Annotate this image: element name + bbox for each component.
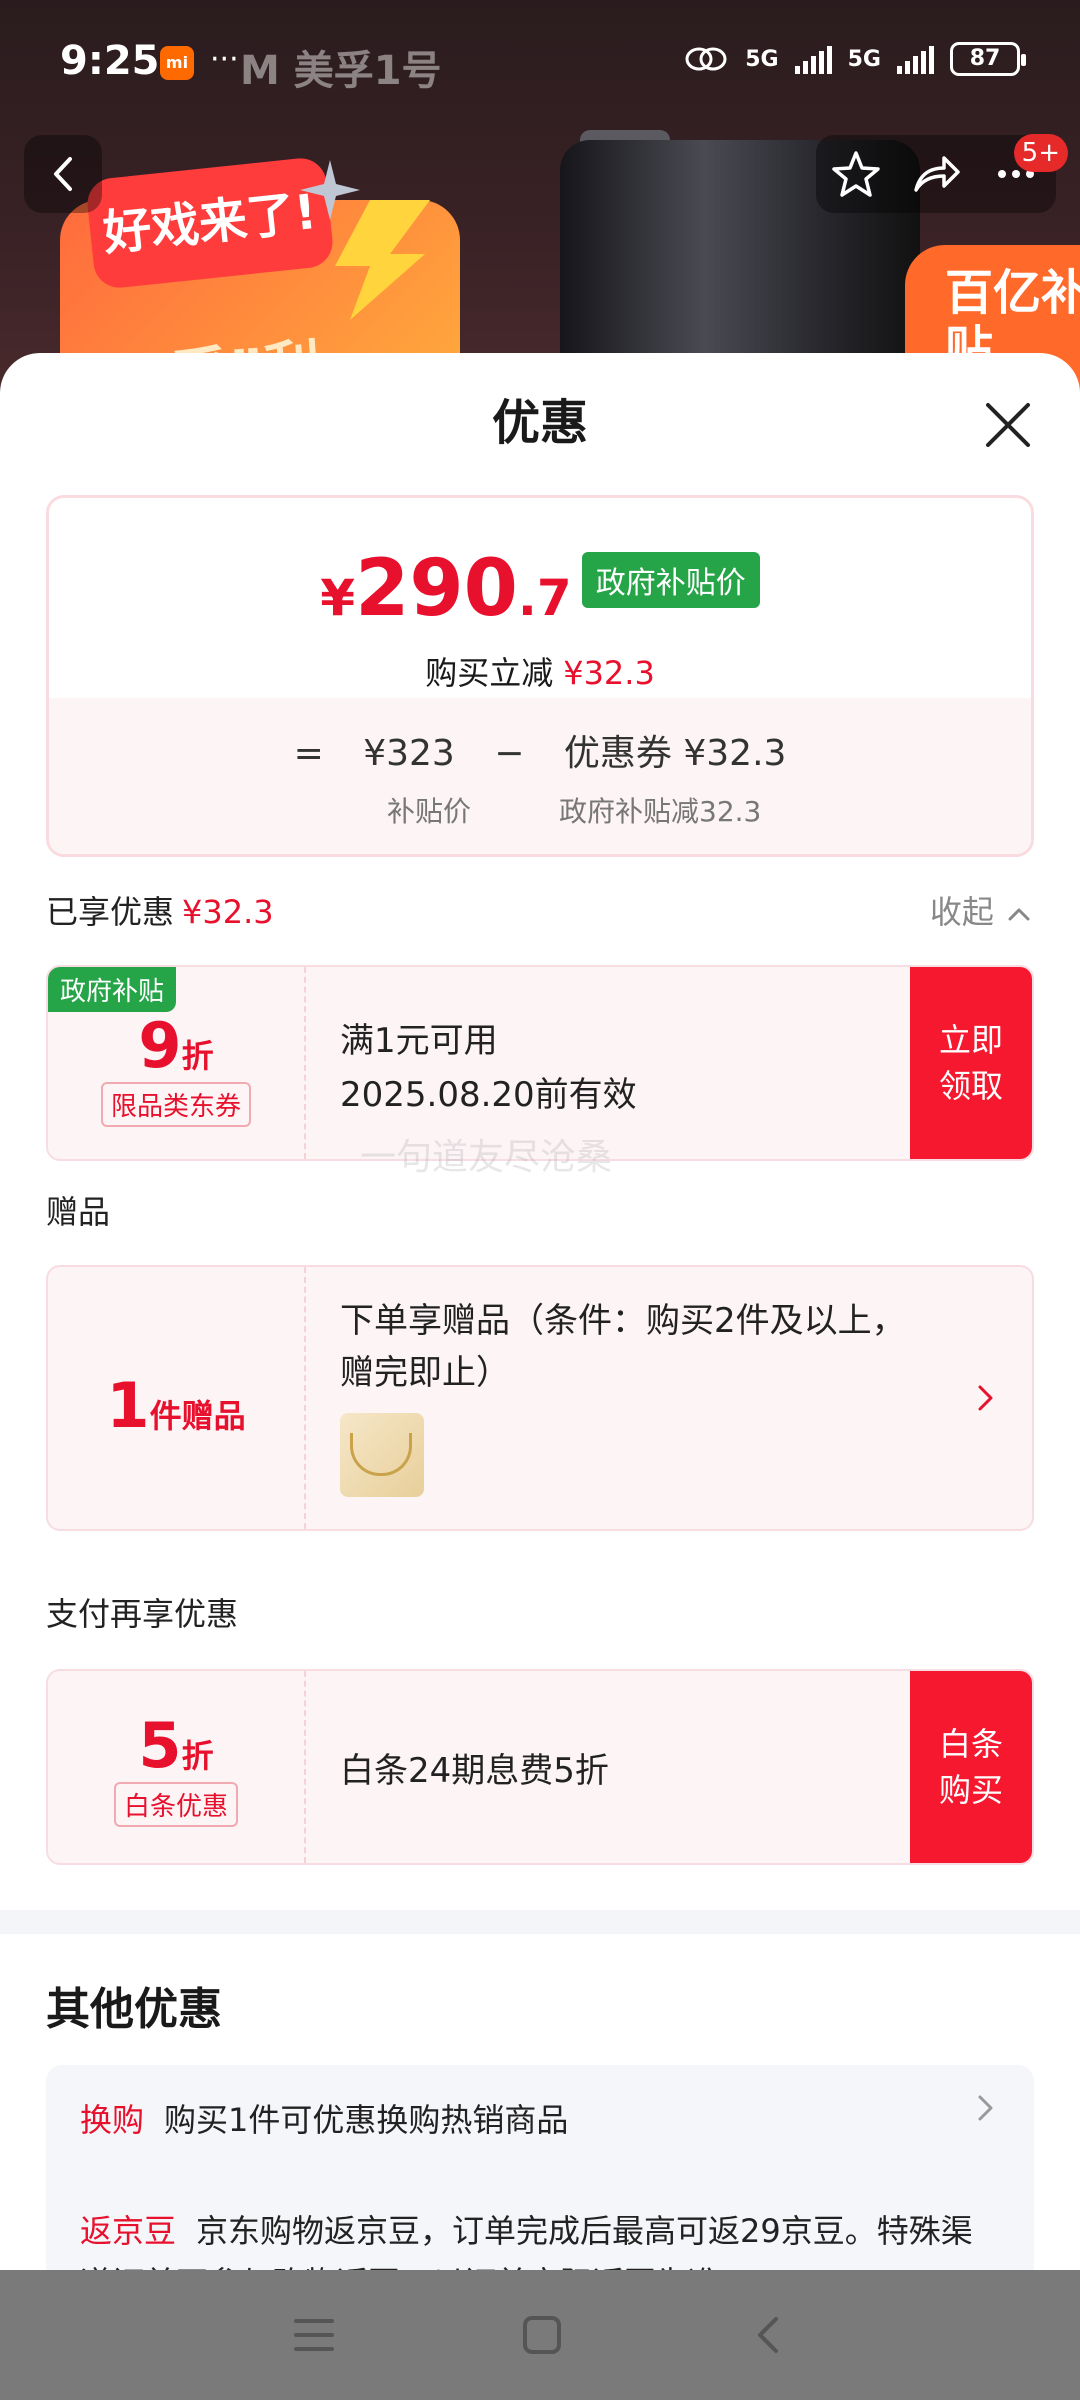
chevron-right-icon <box>978 2095 993 2121</box>
coupon-validity: 2025.08.20前有效 <box>340 1075 637 1115</box>
sheet-title: 优惠 <box>491 395 588 451</box>
jingdou-offer: 返京豆京东购物返京豆，订单完成后最高可返29京豆。特殊渠道订单不参与购物返豆，以… <box>80 2205 1000 2270</box>
baitiao-discount-value: 5 <box>138 1709 182 1782</box>
gift-count-unit: 件赠品 <box>149 1397 246 1435</box>
trade-in-key: 换购 <box>80 2101 145 2139</box>
jingdou-key: 返京豆 <box>80 2212 177 2250</box>
other-offers-title: 其他优惠 <box>46 1984 222 2035</box>
gov-subsidy-flag: 政府补贴 <box>48 967 177 1012</box>
baitiao-coupon: 5折 白条优惠 白条24期息费5折 白条购买 <box>46 1669 1034 1865</box>
network-type-2: 5G <box>847 46 881 72</box>
other-offers-box: 换购 购买1件可优惠换购热销商品 返京豆 京东购物返京豆，订单完成后最高可返29京豆… <box>46 2065 1034 2270</box>
baitiao-buy-button[interactable]: 白条购买 <box>910 1671 1032 1863</box>
minus-sign: − <box>494 733 525 774</box>
status-bar: M 美孚1号 9:25 mi ··· 5G 5G 87 <box>0 0 1080 130</box>
price-summary-card: ¥290.7 政府补贴价 购买立减 ¥32.3 = ¥323 − 优惠券 ¥32.3… <box>46 495 1034 857</box>
price-currency: ¥ <box>320 569 356 627</box>
jingdou-text: 京东购物返京豆，订单完成后最高可返29京豆。特殊渠道订单不参与购物返豆，以订单实… <box>80 2212 973 2270</box>
gift-card[interactable]: 1件赠品 下单享赠品（条件：购买2件及以上，赠完即止） <box>46 1265 1034 1531</box>
more-notifications-icon: ··· <box>210 42 239 77</box>
claim-coupon-label: 立即领取 <box>938 1021 1003 1105</box>
coupon-condition: 满1元可用 <box>340 1021 498 1061</box>
chevron-right-icon <box>978 1385 993 1411</box>
final-price: ¥290.7 政府补贴价 <box>49 544 1031 634</box>
trade-in-offer[interactable]: 换购 购买1件可优惠换购热销商品 <box>80 2095 568 2141</box>
home-icon[interactable] <box>520 2313 564 2357</box>
back-nav-icon[interactable] <box>748 2313 788 2357</box>
battery-icon: 87 <box>950 42 1026 76</box>
chevron-left-icon <box>54 157 72 191</box>
gift-count: 1件赠品 <box>48 1369 304 1442</box>
signal-icon-1 <box>794 44 832 74</box>
gov-subsidy-tag: 政府补贴价 <box>581 552 760 608</box>
chevron-up-icon <box>1008 908 1030 921</box>
price-integer: 290 <box>355 544 518 634</box>
enjoyed-amount: ¥32.3 <box>182 893 274 931</box>
coupon-discount-unit: 折 <box>181 1037 214 1075</box>
coupon-discount: 9折 <box>48 1009 304 1082</box>
menu-icon[interactable] <box>292 2315 336 2355</box>
signal-icon-2 <box>897 44 934 74</box>
back-button[interactable] <box>24 135 102 213</box>
instant-discount-label: 购买立减 <box>425 654 554 692</box>
gift-description: 下单享赠品（条件：购买2件及以上，赠完即止） <box>340 1301 906 1393</box>
coupon-category-chip: 限品类东券 <box>100 1082 251 1127</box>
section-divider <box>0 1910 1080 1934</box>
price-calculation: = ¥323 − 优惠券 ¥32.3 <box>49 724 1031 776</box>
equals-sign: = <box>293 733 324 774</box>
collapse-button[interactable]: 收起 <box>930 887 1034 933</box>
close-icon[interactable] <box>980 397 1036 453</box>
payment-section-title: 支付再享优惠 <box>46 1595 239 1633</box>
baitiao-description: 白条24期息费5折 <box>340 1751 609 1791</box>
trade-in-text: 购买1件可优惠换购热销商品 <box>164 2101 569 2139</box>
hotspot-icon <box>685 47 727 71</box>
instant-discount-amount: ¥32.3 <box>563 654 655 692</box>
user-watermark: 一句道友尽沧桑 <box>360 1137 613 1178</box>
collapse-label: 收起 <box>929 893 994 931</box>
gift-section-title: 赠品 <box>46 1193 111 1231</box>
baitiao-buy-label: 白条购买 <box>938 1725 1003 1809</box>
share-icon[interactable] <box>910 148 962 200</box>
claim-coupon-button[interactable]: 立即领取 <box>910 967 1032 1159</box>
gift-thumbnail[interactable] <box>340 1413 424 1497</box>
coupon-discount-value: 9 <box>138 1009 182 1082</box>
favorite-star-icon[interactable] <box>830 148 882 200</box>
coupon-desc-label: 政府补贴减32.3 <box>559 795 762 828</box>
message-count-badge: 5+ <box>1013 134 1068 172</box>
enjoyed-discount-label: 已享优惠 ¥32.3 <box>46 887 274 933</box>
baitiao-discount-unit: 折 <box>181 1737 214 1775</box>
network-type-1: 5G <box>745 46 779 72</box>
instant-discount: 购买立减 ¥32.3 <box>49 648 1031 694</box>
base-price: ¥323 <box>363 733 455 774</box>
baitiao-discount: 5折 <box>48 1709 304 1782</box>
baitiao-chip: 白条优惠 <box>113 1782 238 1827</box>
discount-sheet: 优惠 ¥290.7 政府补贴价 购买立减 ¥32.3 = ¥323 − 优惠券 ¥3… <box>0 353 1080 2270</box>
system-nav-bar <box>0 2270 1080 2400</box>
gift-count-value: 1 <box>106 1369 150 1442</box>
status-watermark: M 美孚1号 <box>240 48 442 94</box>
coupon-amount: 优惠券 ¥32.3 <box>563 733 787 774</box>
clock: 9:25 <box>60 38 160 84</box>
enjoyed-label-text: 已享优惠 <box>46 893 175 931</box>
price-decimal: .7 <box>517 569 572 627</box>
mi-app-icon: mi <box>160 46 194 80</box>
base-price-label: 补贴价 <box>387 795 472 828</box>
